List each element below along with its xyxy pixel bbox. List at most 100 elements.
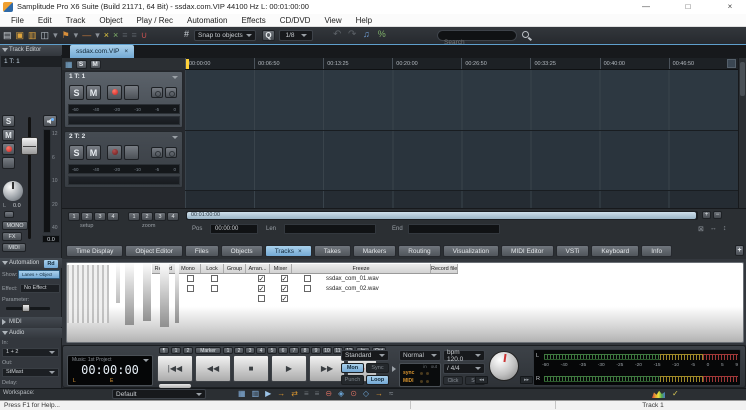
- split-icon[interactable]: ×: [113, 29, 118, 42]
- input-monitor-button[interactable]: [2, 157, 15, 169]
- playhead-marker[interactable]: [186, 59, 189, 69]
- docker-tab[interactable]: Markers: [353, 245, 396, 257]
- docker-tab[interactable]: Routing: [398, 245, 440, 257]
- track-2-header[interactable]: 2 T: 2 S M -60-40-20-10-50: [64, 131, 183, 188]
- menu-item[interactable]: File: [4, 16, 31, 25]
- track-1-mute-button[interactable]: M: [86, 85, 101, 100]
- exchange-mode-icon[interactable]: ⇄: [291, 389, 298, 399]
- range-icon[interactable]: ¶: [159, 347, 169, 354]
- monitor-toggle[interactable]: Mon: [341, 363, 364, 373]
- close-button[interactable]: ×: [722, 0, 738, 13]
- play-button[interactable]: ▶: [271, 355, 307, 382]
- end-value-box[interactable]: [408, 224, 500, 234]
- loop-toggle[interactable]: Loop: [366, 375, 389, 385]
- range-tool-icon[interactable]: ⚑: [62, 29, 70, 42]
- docker-tab[interactable]: MIDI Editor: [501, 245, 554, 257]
- docker-tab[interactable]: Objects: [221, 245, 263, 257]
- marker-number-button[interactable]: 5: [267, 347, 277, 354]
- auto-crossfade-icon[interactable]: →: [375, 389, 383, 399]
- track-grid-icon[interactable]: ▦: [65, 60, 73, 69]
- mute-object-icon[interactable]: ⊖: [325, 389, 332, 399]
- marker-number-button[interactable]: 2: [234, 347, 244, 354]
- audio-section-header[interactable]: Audio: [0, 328, 62, 338]
- midi-section-header[interactable]: MIDI: [0, 317, 62, 327]
- menu-item[interactable]: View: [317, 16, 348, 25]
- track-1-settings-icon[interactable]: [165, 87, 177, 98]
- zoom-out-button[interactable]: −: [713, 211, 722, 219]
- forward-button[interactable]: ▶▶: [309, 355, 345, 382]
- marker-number-button[interactable]: 6: [278, 347, 288, 354]
- range-2-button[interactable]: 2: [183, 347, 193, 354]
- menu-item[interactable]: Play / Rec: [130, 16, 180, 25]
- vertical-scrollbar-thumb[interactable]: [740, 62, 745, 96]
- track-1-link-icon[interactable]: [151, 87, 163, 98]
- cut-icon[interactable]: ×: [104, 29, 109, 42]
- effect-value-box[interactable]: No Effect: [20, 284, 60, 293]
- docker-tab[interactable]: Keyboard: [591, 245, 639, 257]
- tempo-mode-dropdown[interactable]: Normal: [399, 350, 441, 361]
- search-box[interactable]: [437, 30, 517, 41]
- freeze-checkbox[interactable]: [304, 275, 311, 282]
- track-editor-track-name[interactable]: 1 T: 1: [1, 56, 61, 67]
- mono-checkbox[interactable]: [187, 285, 194, 292]
- record-mode-icon[interactable]: ⊙: [350, 389, 357, 399]
- automation-read-badge[interactable]: Rd: [44, 260, 58, 268]
- marker-number-button[interactable]: 10: [322, 347, 332, 354]
- marker-number-button[interactable]: 7: [289, 347, 299, 354]
- menu-item[interactable]: Help: [349, 16, 379, 25]
- arranger-lanes[interactable]: [185, 70, 738, 208]
- track-2-link-icon[interactable]: [151, 147, 163, 158]
- track-1-record-button[interactable]: [107, 85, 122, 100]
- chevron-down-icon[interactable]: [143, 359, 149, 362]
- fx-button[interactable]: FX: [2, 232, 22, 241]
- draw-tool-icon[interactable]: —: [82, 29, 91, 42]
- track-editor-header[interactable]: Track Editor: [0, 45, 62, 55]
- horizontal-fit-icon[interactable]: ↔: [710, 225, 717, 233]
- marker-number-button[interactable]: 8: [300, 347, 310, 354]
- input-dropdown[interactable]: 1 + 2: [2, 348, 59, 357]
- table-row[interactable]: ssdax_com_01.wav: [152, 274, 742, 284]
- track-1-monitor-button[interactable]: [124, 85, 139, 100]
- freeze-checkbox[interactable]: [304, 285, 311, 292]
- table-row[interactable]: [152, 294, 742, 304]
- zoom-preset-button[interactable]: 3: [154, 212, 166, 221]
- grid-view-icon[interactable]: ≡: [315, 389, 320, 399]
- expand-icon[interactable]: [392, 366, 396, 372]
- track-2-settings-icon[interactable]: [165, 147, 177, 158]
- setup-manager-icon[interactable]: ▦: [238, 389, 246, 399]
- docker-tab[interactable]: Tracks ×: [265, 245, 312, 257]
- track-2-mute-button[interactable]: M: [86, 145, 101, 160]
- all-solo-button[interactable]: S: [76, 60, 87, 69]
- vertical-fit-icon[interactable]: ↕: [723, 225, 727, 233]
- pan-knob[interactable]: [3, 181, 23, 201]
- list-view-icon[interactable]: ≡: [304, 389, 309, 399]
- mute-button[interactable]: M: [2, 129, 15, 141]
- arranger-checkbox[interactable]: [258, 295, 265, 302]
- track-layout-icon[interactable]: ▥: [252, 389, 260, 399]
- range-1-button[interactable]: 1: [171, 347, 181, 354]
- go-to-start-button[interactable]: |◀◀: [157, 355, 193, 382]
- workspace-dropdown[interactable]: Default: [112, 389, 206, 399]
- object-mode-icon[interactable]: ◈: [338, 389, 344, 399]
- project-tab[interactable]: ssdax.com.VIP ×: [70, 45, 134, 58]
- track-2-lane[interactable]: [185, 130, 738, 190]
- len-value-box[interactable]: [284, 224, 376, 234]
- empty-lane[interactable]: [185, 190, 738, 208]
- arranger-checkbox[interactable]: [258, 285, 265, 292]
- docker-tab[interactable]: Info: [641, 245, 672, 257]
- click-button[interactable]: Click: [443, 376, 463, 385]
- transport-mode-dropdown[interactable]: Standard: [341, 350, 389, 361]
- grid-icon[interactable]: #: [184, 29, 189, 39]
- waveform-icon[interactable]: ≈: [389, 389, 393, 399]
- rewind-button[interactable]: ◀◀: [195, 355, 231, 382]
- table-row[interactable]: ssdax_com_02.wav: [152, 284, 742, 294]
- knob-up-button[interactable]: ▸▸: [520, 376, 533, 384]
- marker-number-button[interactable]: 1: [223, 347, 233, 354]
- menu-item[interactable]: Object: [92, 16, 129, 25]
- ruler-options-icon[interactable]: [727, 59, 736, 68]
- track-2-record-button[interactable]: [107, 145, 122, 160]
- playback-record-icon[interactable]: ▶: [265, 389, 271, 399]
- undo-icon[interactable]: ↶: [333, 29, 341, 40]
- bpm-dropdown[interactable]: bpm 120.0: [443, 350, 485, 361]
- zoom-preset-button[interactable]: 2: [141, 212, 153, 221]
